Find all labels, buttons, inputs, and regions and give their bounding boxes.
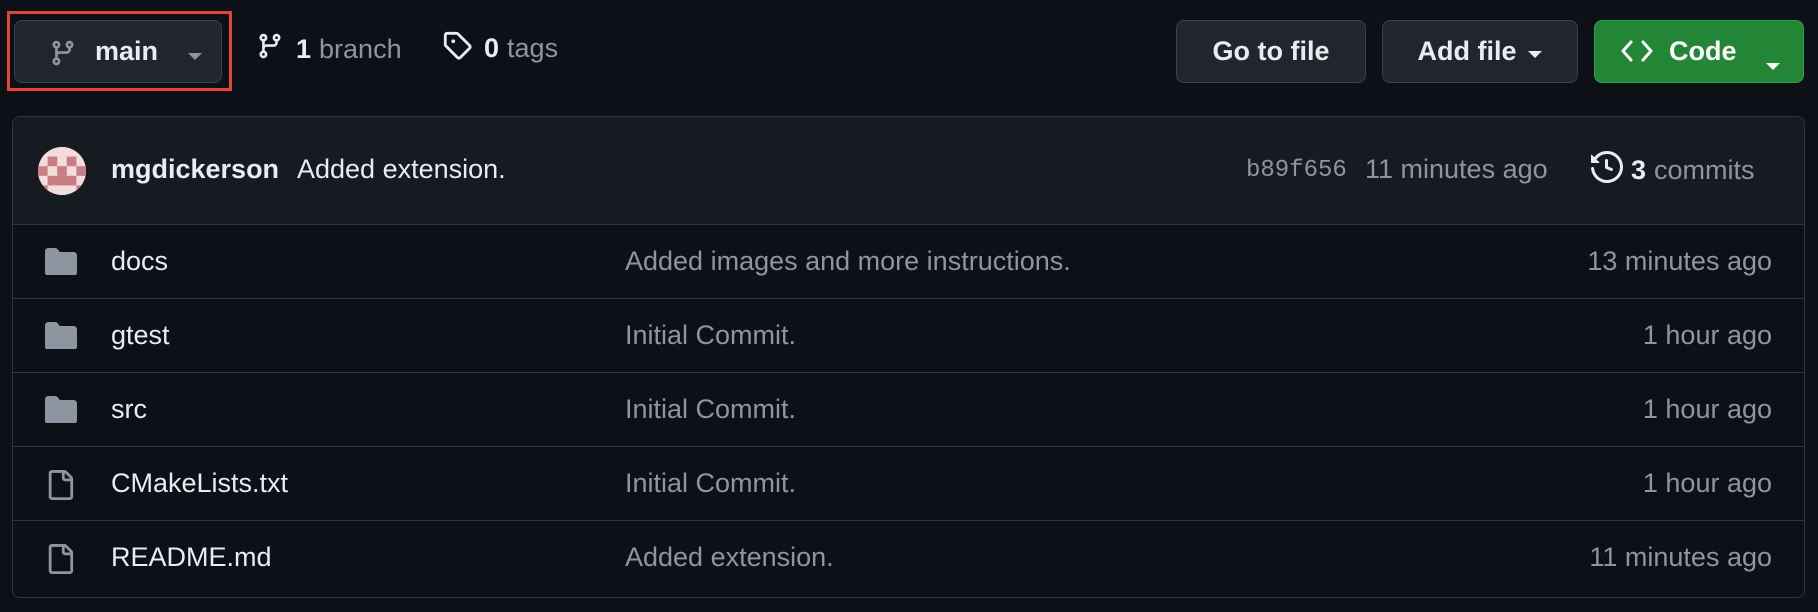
chevron-down-icon: [1527, 36, 1543, 67]
file-name-link[interactable]: README.md: [111, 542, 272, 573]
file-row-src[interactable]: src Initial Commit. 1 hour ago: [13, 372, 1804, 446]
branch-count: 1: [296, 34, 312, 64]
folder-icon: [45, 247, 77, 280]
file-list-box: mgdickerson Added extension. b89f656 11 …: [12, 116, 1805, 598]
commit-sha-link[interactable]: b89f656: [1246, 157, 1347, 184]
history-icon: [1591, 150, 1624, 190]
file-commit-time: 1 hour ago: [1642, 394, 1772, 424]
file-name-link[interactable]: gtest: [111, 320, 170, 351]
file-commit-message-link[interactable]: Added extension.: [625, 542, 834, 573]
add-file-button[interactable]: Add file: [1382, 20, 1578, 83]
commits-label: commits: [1654, 155, 1755, 185]
tag-label: tags: [507, 33, 559, 63]
code-button[interactable]: Code: [1594, 20, 1804, 83]
repository-file-browser: main 1 branch 0 tags Go to file Add file…: [0, 0, 1818, 612]
file-commit-time: 13 minutes ago: [1587, 246, 1772, 276]
file-commit-time: 1 hour ago: [1642, 320, 1772, 350]
repo-toolbar: main 1 branch 0 tags Go to file Add file…: [0, 0, 1818, 106]
go-to-file-button[interactable]: Go to file: [1176, 20, 1366, 83]
file-row-cmakelists[interactable]: CMakeLists.txt Initial Commit. 1 hour ag…: [13, 446, 1804, 520]
commit-time: 11 minutes ago: [1365, 154, 1548, 184]
avatar[interactable]: [38, 147, 86, 195]
file-icon: [45, 543, 75, 580]
commit-author-link[interactable]: mgdickerson: [111, 154, 279, 185]
file-name-link[interactable]: src: [111, 394, 147, 425]
file-row-docs[interactable]: docs Added images and more instructions.…: [13, 224, 1804, 298]
folder-icon: [45, 321, 77, 354]
file-commit-message-link[interactable]: Initial Commit.: [625, 320, 796, 351]
commits-count: 3: [1631, 155, 1647, 185]
folder-icon: [45, 395, 77, 428]
file-commit-message-link[interactable]: Initial Commit.: [625, 468, 796, 499]
branch-label: branch: [319, 34, 402, 64]
file-row-readme[interactable]: README.md Added extension. 11 minutes ag…: [13, 520, 1804, 594]
go-to-file-label: Go to file: [1212, 36, 1330, 66]
branch-name: main: [95, 36, 159, 66]
code-icon: [1621, 39, 1653, 70]
file-name-link[interactable]: docs: [111, 246, 168, 277]
tag-count: 0: [484, 33, 500, 63]
file-commit-time: 11 minutes ago: [1589, 542, 1772, 572]
branches-link[interactable]: 1 branch: [256, 30, 402, 69]
file-icon: [45, 469, 75, 506]
add-file-label: Add file: [1417, 36, 1517, 66]
chevron-down-icon: [187, 49, 203, 67]
tag-icon: [442, 30, 472, 67]
commit-message-link[interactable]: Added extension.: [297, 154, 506, 185]
git-branch-icon: [256, 30, 284, 69]
chevron-down-icon: [1765, 48, 1781, 79]
code-label: Code: [1669, 36, 1737, 66]
file-commit-time: 1 hour ago: [1642, 468, 1772, 498]
latest-commit-bar: mgdickerson Added extension. b89f656 11 …: [13, 117, 1804, 225]
commits-history-link[interactable]: 3 commits: [1591, 150, 1755, 190]
tags-link[interactable]: 0 tags: [442, 30, 558, 67]
file-name-link[interactable]: CMakeLists.txt: [111, 468, 288, 499]
file-commit-message-link[interactable]: Initial Commit.: [625, 394, 796, 425]
branch-selector-button[interactable]: main: [14, 20, 222, 83]
file-commit-message-link[interactable]: Added images and more instructions.: [625, 246, 1071, 277]
git-branch-icon: [49, 37, 77, 74]
file-row-gtest[interactable]: gtest Initial Commit. 1 hour ago: [13, 298, 1804, 372]
